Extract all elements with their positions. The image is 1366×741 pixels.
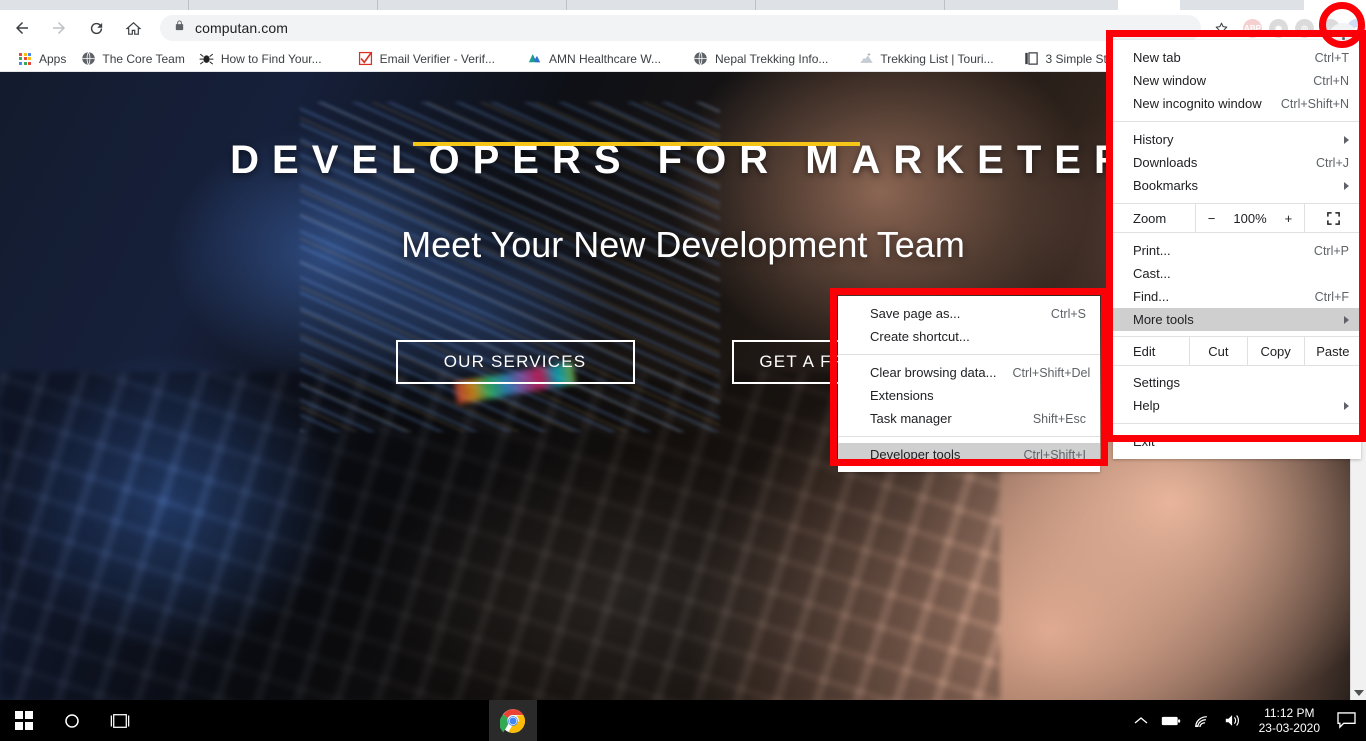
- spider-icon: [199, 51, 215, 67]
- bookmark-label: Apps: [39, 51, 67, 66]
- apps-grid-icon: [17, 51, 33, 67]
- search-button[interactable]: [48, 700, 96, 741]
- highlight-box-main-menu: [1106, 30, 1366, 442]
- address-bar-url: computan.com: [195, 20, 289, 36]
- battery-icon: [1161, 716, 1180, 725]
- wifi-icon: [1194, 715, 1207, 727]
- tray-chevron-up-button[interactable]: [1134, 716, 1148, 726]
- globe-icon: [693, 51, 709, 67]
- chrome-icon: [500, 708, 525, 733]
- scroll-down-arrow-icon[interactable]: [1354, 690, 1364, 696]
- wifi-button[interactable]: [1194, 714, 1211, 728]
- clock-date: 23-03-2020: [1258, 720, 1320, 735]
- forward-arrow-icon: [53, 22, 65, 34]
- tab-separator: [944, 0, 945, 10]
- bookmark-label: How to Find Your...: [220, 51, 322, 66]
- bookmark-label: Email Verifier - Verif...: [379, 51, 495, 66]
- bookmark-label: AMN Healthcare W...: [548, 51, 661, 66]
- highlight-circle-menu-button: [1319, 2, 1365, 48]
- start-button[interactable]: [0, 700, 48, 741]
- bookmark-email-verifier[interactable]: Email Verifier - Verif...: [351, 48, 502, 70]
- checkbox-icon: [358, 51, 374, 67]
- action-center-button[interactable]: [1337, 712, 1356, 729]
- search-circle-icon: [65, 713, 79, 728]
- book-icon: [1024, 51, 1040, 67]
- tab-separator: [188, 0, 189, 10]
- highlight-box-submenu: [830, 288, 1108, 466]
- taskbar-chrome-button[interactable]: [489, 700, 537, 741]
- action-center-icon: [1337, 712, 1356, 729]
- back-button[interactable]: [7, 13, 37, 43]
- globe-icon: [80, 51, 96, 67]
- reload-icon: [90, 22, 102, 34]
- windows-taskbar: 11:12 PM 23-03-2020: [0, 700, 1366, 741]
- tab-active[interactable]: [1118, 0, 1180, 10]
- mountain-icon: [858, 51, 874, 67]
- volume-button[interactable]: [1224, 713, 1242, 728]
- bookmark-label: Trekking List | Touri...: [880, 51, 994, 66]
- tab-separator: [377, 0, 378, 10]
- home-button[interactable]: [118, 13, 148, 43]
- forward-button[interactable]: [44, 13, 74, 43]
- screen: computan.com ABP ◉ ◎ ◌ ●: [0, 0, 1366, 741]
- our-services-button[interactable]: OUR SERVICES: [395, 340, 635, 384]
- back-arrow-icon: [16, 22, 28, 34]
- bookmark-nepal-trekking[interactable]: Nepal Trekking Info...: [686, 48, 835, 70]
- lock-icon: [174, 19, 185, 37]
- bookmark-label: Nepal Trekking Info...: [714, 51, 829, 66]
- home-icon: [125, 21, 141, 35]
- tab-strip[interactable]: [0, 0, 1366, 10]
- chevron-up-icon: [1134, 716, 1148, 723]
- bookmark-how-to-find-your[interactable]: How to Find Your...: [192, 48, 329, 70]
- bookmark-amn-healthcare[interactable]: AMN Healthcare W...: [520, 48, 668, 70]
- bookmark-apps[interactable]: Apps: [10, 48, 73, 70]
- taskbar-clock[interactable]: 11:12 PM 23-03-2020: [1255, 706, 1324, 736]
- task-view-button[interactable]: [96, 700, 144, 741]
- title-underline: [413, 142, 860, 146]
- battery-button[interactable]: [1161, 715, 1181, 727]
- system-tray: 11:12 PM 23-03-2020: [1134, 700, 1366, 741]
- bookmark-trekking-list[interactable]: Trekking List | Touri...: [851, 48, 1000, 70]
- volume-icon: [1225, 715, 1239, 726]
- task-view-icon: [110, 713, 130, 728]
- windows-start-icon: [14, 711, 34, 730]
- reload-button[interactable]: [81, 13, 111, 43]
- clock-time: 11:12 PM: [1264, 705, 1315, 720]
- bookmark-label: The Core Team: [102, 51, 185, 66]
- tab-separator: [566, 0, 567, 10]
- bookmark-the-core-team[interactable]: The Core Team: [73, 48, 191, 70]
- tab-separator: [755, 0, 756, 10]
- address-bar[interactable]: computan.com: [160, 15, 1201, 41]
- amn-logo-icon: [527, 51, 543, 67]
